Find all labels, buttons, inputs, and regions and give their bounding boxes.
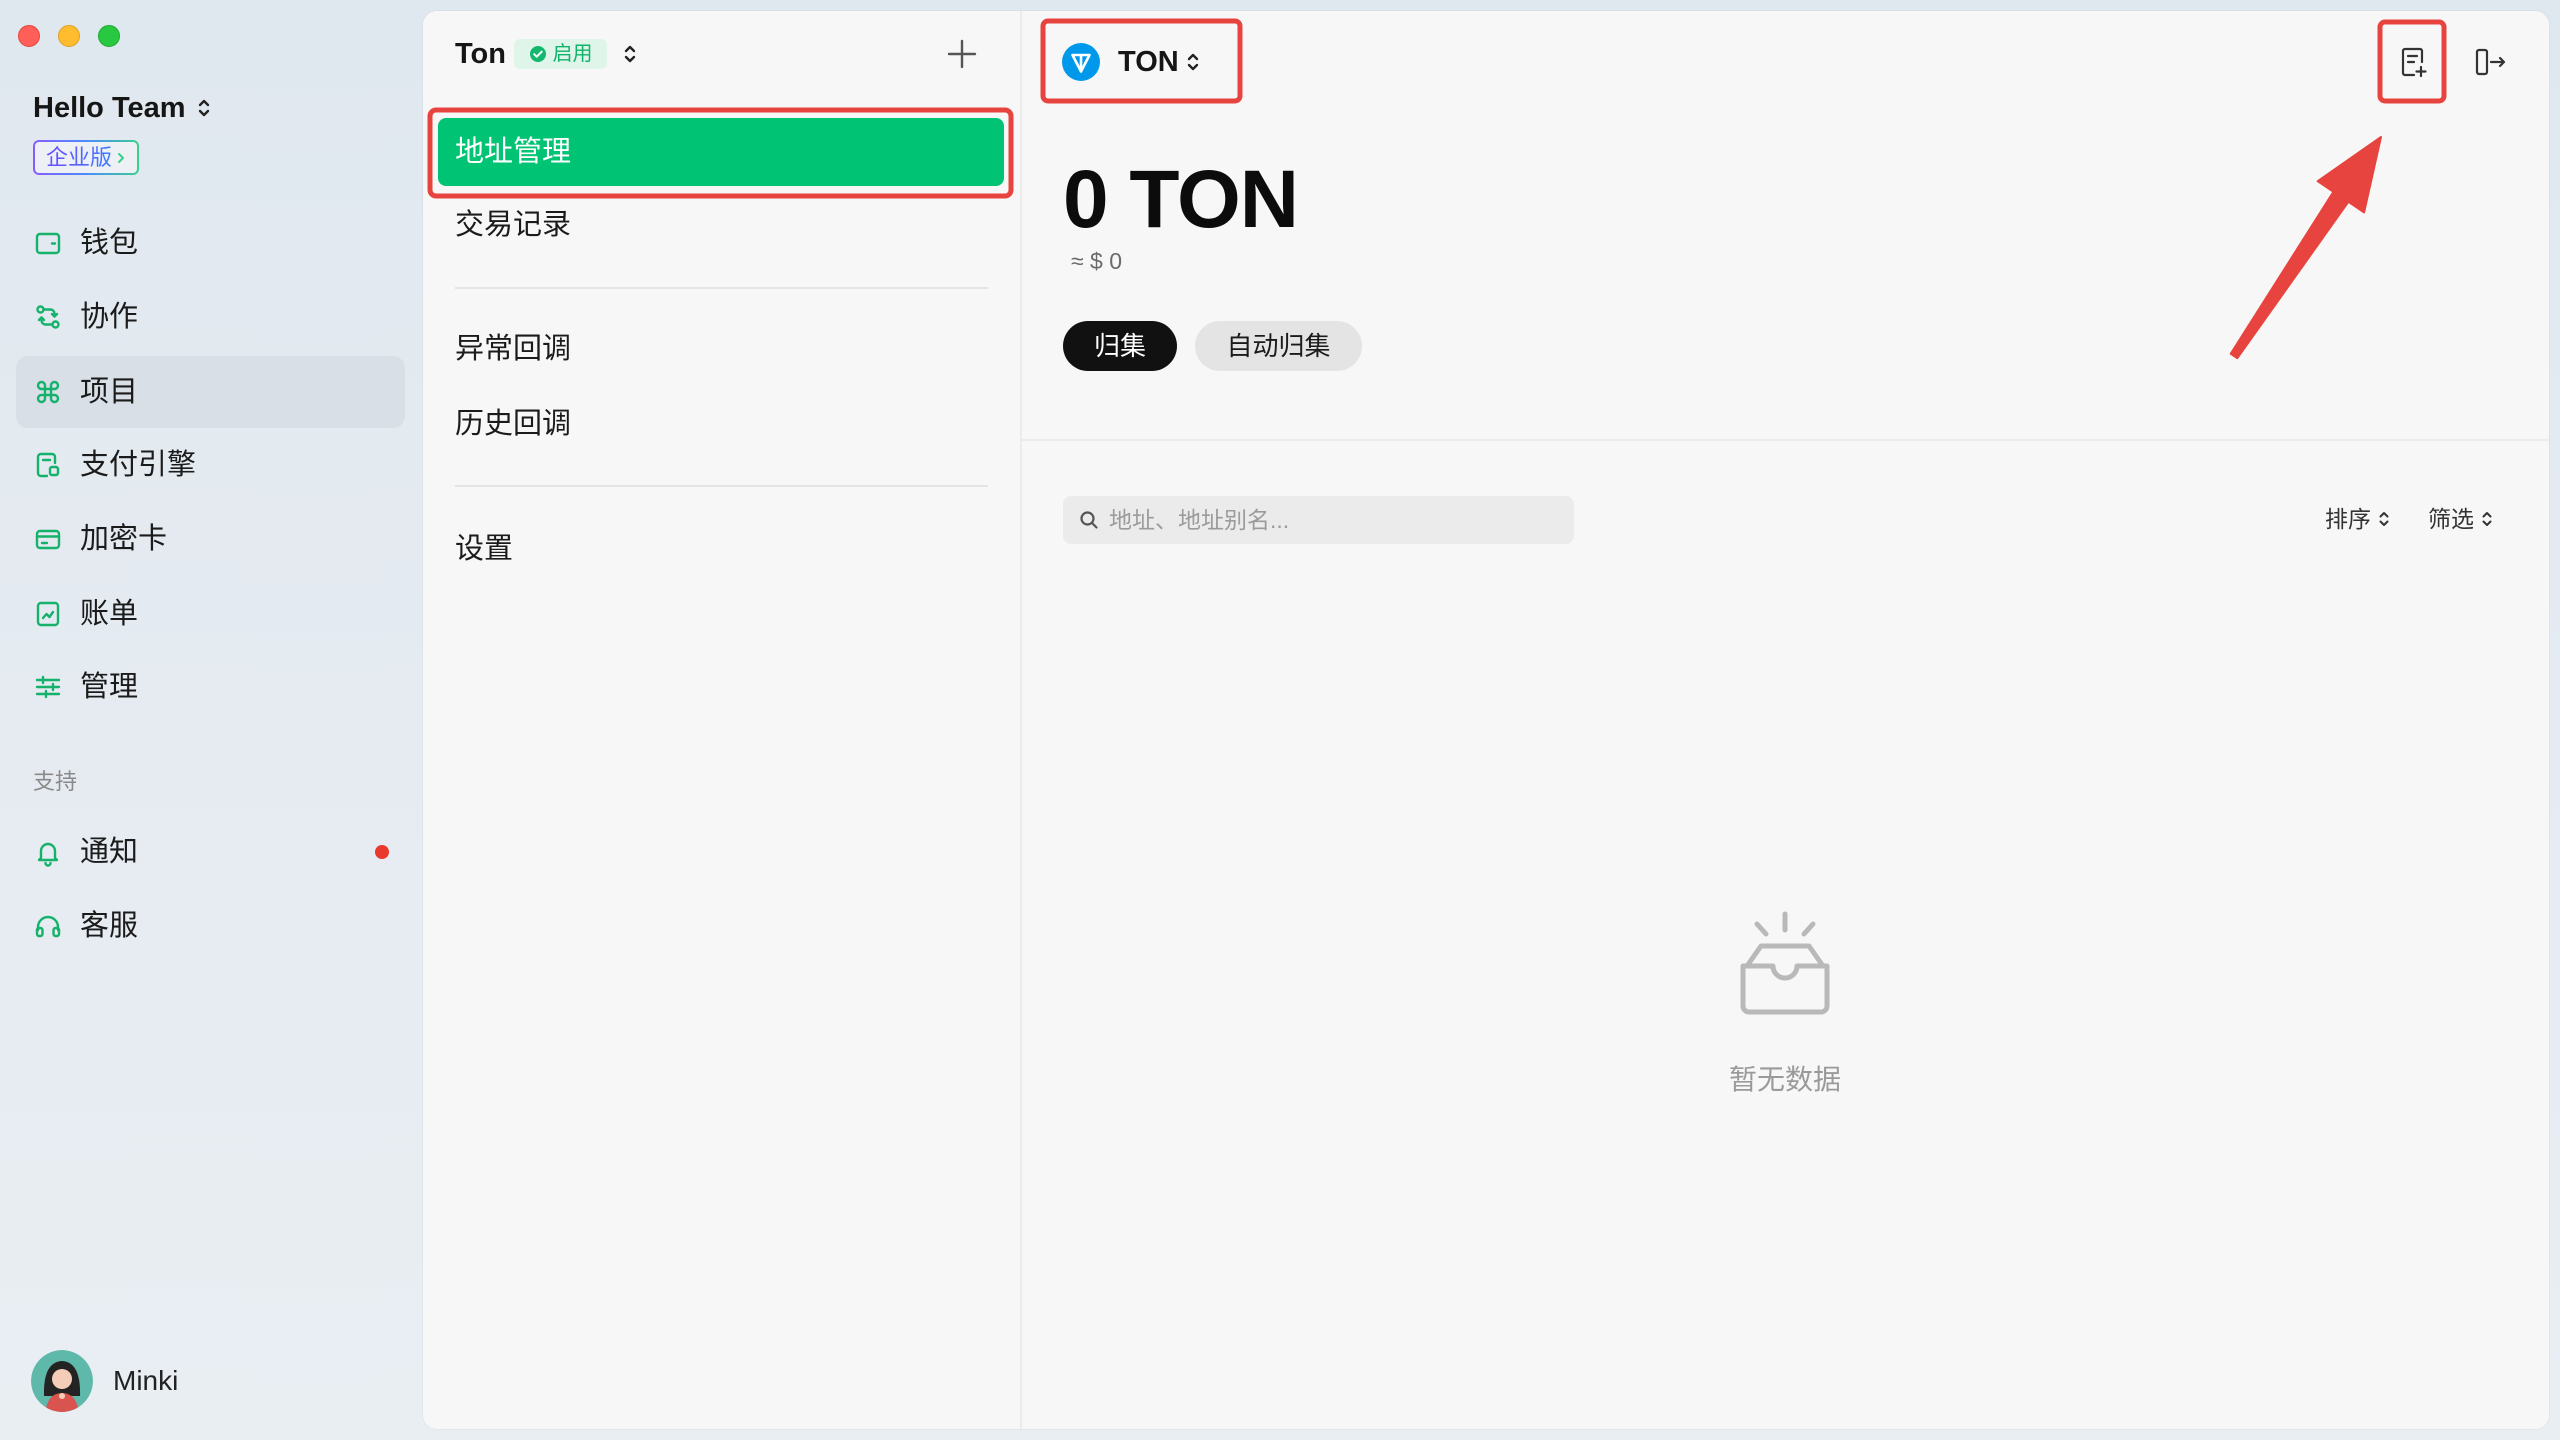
- search-icon: [1079, 510, 1099, 530]
- chevron-updown-icon: [1185, 51, 1201, 73]
- status-badge-label: 启用: [552, 43, 593, 65]
- menu-item-transactions[interactable]: 交易记录: [438, 191, 1004, 259]
- check-circle-icon: [529, 45, 547, 63]
- address-main-panel: TON 0 TON ≈ $ 0 归集 自动归集 排序: [1022, 11, 2549, 1429]
- project-icon: [33, 377, 63, 407]
- content-card: Ton 启用 地址管理 交易记录 异常回调 历史回调 设置 TON 0 TON …: [423, 11, 2549, 1429]
- sidebar-item-label: 客服: [80, 910, 139, 942]
- team-switcher[interactable]: Hello Team: [33, 90, 212, 126]
- sliders-icon: [33, 672, 63, 702]
- ton-logo-icon: [1061, 42, 1101, 82]
- chevron-updown-icon: [196, 97, 212, 119]
- menu-item-exception-callbacks[interactable]: 异常回调: [438, 315, 1004, 383]
- window-close-button[interactable]: [18, 25, 40, 47]
- collaboration-icon: [33, 302, 63, 332]
- balance-amount: 0 TON: [1063, 154, 1299, 245]
- user-name[interactable]: Minki: [113, 1364, 178, 1398]
- sidebar-item-label: 支付引擎: [80, 449, 197, 481]
- section-divider: [1022, 439, 2549, 441]
- user-avatar[interactable]: [31, 1350, 93, 1412]
- plan-badge-inner: 企业版: [35, 142, 137, 173]
- sidebar-item-payment-engine[interactable]: 支付引擎: [16, 429, 405, 501]
- auto-collect-button[interactable]: 自动归集: [1195, 321, 1362, 371]
- filter-dropdown[interactable]: 筛选: [2428, 504, 2494, 534]
- sort-label: 排序: [2325, 506, 2371, 532]
- menu-item-callback-history[interactable]: 历史回调: [438, 390, 1004, 458]
- menu-divider: [455, 287, 988, 289]
- plan-badge[interactable]: 企业版: [33, 140, 139, 175]
- sidebar-item-notifications[interactable]: 通知: [16, 816, 405, 888]
- menu-item-label: 地址管理: [455, 136, 572, 168]
- project-switch-chevron-icon[interactable]: [622, 43, 638, 65]
- empty-state-text: 暂无数据: [1728, 1064, 1841, 1095]
- unread-indicator-dot: [375, 845, 389, 859]
- add-document-icon[interactable]: [2395, 44, 2431, 80]
- add-project-plus-icon[interactable]: [946, 38, 978, 70]
- sidebar-item-label: 通知: [80, 836, 139, 868]
- menu-item-label: 设置: [455, 533, 514, 565]
- bill-icon: [33, 599, 63, 629]
- sidebar-item-bills[interactable]: 账单: [16, 578, 405, 650]
- search-input[interactable]: [1109, 496, 1559, 544]
- menu-divider: [455, 485, 988, 487]
- payment-engine-icon: [33, 450, 63, 480]
- sidebar-item-wallet[interactable]: 钱包: [16, 207, 405, 279]
- project-name[interactable]: Ton: [455, 37, 506, 71]
- sidebar-item-projects[interactable]: 项目: [16, 356, 405, 428]
- support-section-label: 支持: [33, 769, 78, 794]
- menu-item-address-management[interactable]: 地址管理: [438, 118, 1004, 186]
- exit-icon[interactable]: [2472, 44, 2508, 80]
- sidebar-item-label: 账单: [80, 598, 139, 630]
- sidebar-item-crypto-card[interactable]: 加密卡: [16, 503, 405, 575]
- collect-button[interactable]: 归集: [1063, 321, 1177, 371]
- sidebar-item-label: 钱包: [80, 227, 139, 259]
- sidebar-item-label: 项目: [80, 376, 139, 408]
- filter-label: 筛选: [2428, 506, 2474, 532]
- menu-item-label: 历史回调: [455, 408, 572, 440]
- search-field[interactable]: [1063, 496, 1574, 544]
- sidebar-item-label: 加密卡: [80, 523, 168, 555]
- sidebar-item-label: 协作: [80, 301, 139, 333]
- chevron-right-icon: [116, 151, 126, 165]
- team-name: Hello Team: [33, 92, 186, 124]
- fiat-estimate: ≈ $ 0: [1071, 248, 1122, 274]
- wallet-icon: [33, 228, 63, 258]
- headset-icon: [33, 911, 63, 941]
- crypto-card-icon: [33, 524, 63, 554]
- sidebar-item-collaboration[interactable]: 协作: [16, 281, 405, 353]
- chevron-updown-icon: [2480, 509, 2494, 529]
- status-badge: 启用: [514, 39, 607, 69]
- menu-item-label: 交易记录: [455, 209, 572, 241]
- menu-item-label: 异常回调: [455, 333, 572, 365]
- asset-symbol: TON: [1118, 46, 1179, 78]
- project-panel: Ton 启用 地址管理 交易记录 异常回调 历史回调 设置: [423, 11, 1022, 1429]
- empty-inbox-icon: [1723, 908, 1847, 1032]
- sidebar-item-label: 管理: [80, 671, 139, 703]
- window-zoom-button[interactable]: [98, 25, 120, 47]
- chevron-updown-icon: [2377, 509, 2391, 529]
- menu-item-settings[interactable]: 设置: [438, 515, 1004, 583]
- bell-icon: [33, 837, 63, 867]
- sidebar-item-management[interactable]: 管理: [16, 651, 405, 723]
- plan-badge-label: 企业版: [45, 144, 112, 170]
- asset-selector[interactable]: TON: [1061, 42, 1201, 82]
- window-minimize-button[interactable]: [58, 25, 80, 47]
- sort-dropdown[interactable]: 排序: [2325, 504, 2391, 534]
- sidebar-item-customer-service[interactable]: 客服: [16, 890, 405, 962]
